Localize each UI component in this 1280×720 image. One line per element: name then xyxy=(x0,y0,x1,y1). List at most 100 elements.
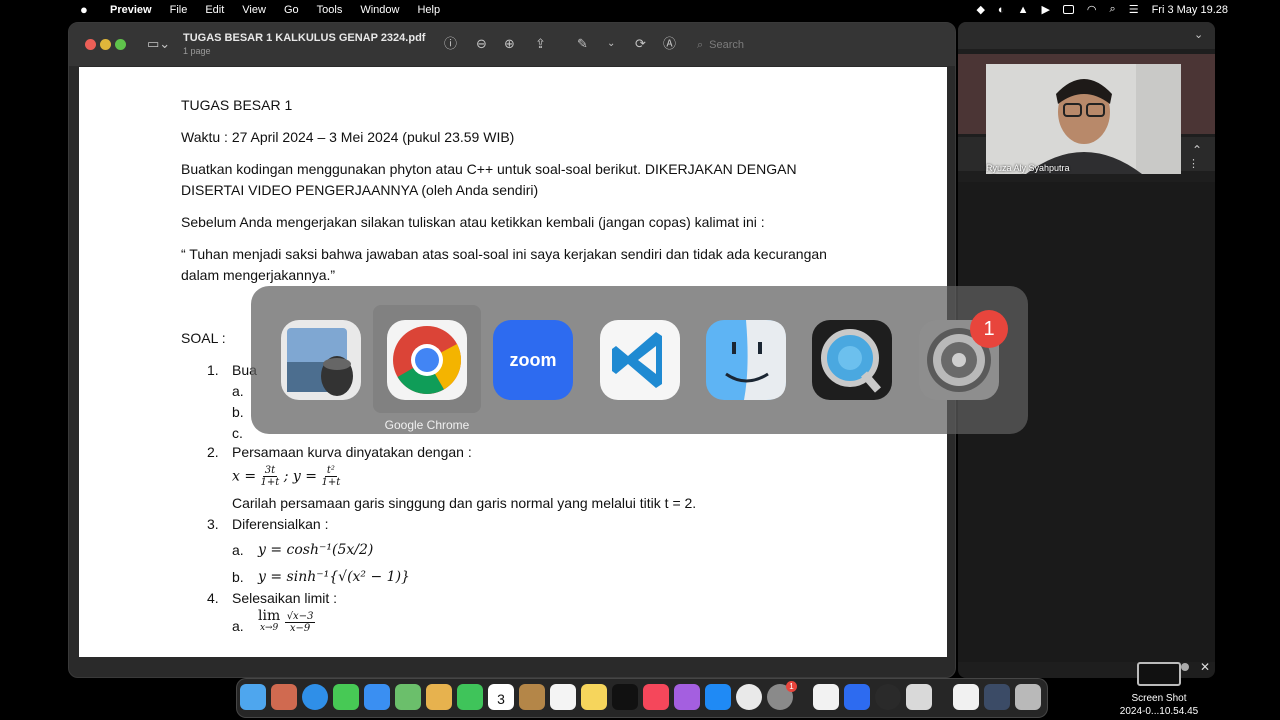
q2-equation: x = 3t 1+t ; y = t² 1+t xyxy=(232,465,340,488)
q1-number: 1. xyxy=(207,362,219,378)
dock-document-icon[interactable] xyxy=(953,684,979,710)
q3-text: Diferensialkan : xyxy=(232,516,329,532)
chrome-app-icon[interactable] xyxy=(385,318,469,402)
battery-icon[interactable] xyxy=(1062,5,1074,14)
close-button[interactable] xyxy=(85,39,96,50)
minimize-button[interactable] xyxy=(100,39,111,50)
dock-podcasts-icon[interactable] xyxy=(674,684,700,710)
q4-num: √x−3 xyxy=(284,610,316,623)
menu-view[interactable]: View xyxy=(233,4,275,16)
dock-music-icon[interactable] xyxy=(643,684,669,710)
close-icon[interactable]: ✕ xyxy=(1200,660,1210,674)
dock-quicktime-icon[interactable] xyxy=(875,684,901,710)
dock-zoom-icon[interactable] xyxy=(844,684,870,710)
dock-trash-icon[interactable] xyxy=(1015,684,1041,710)
dock-maps-icon[interactable] xyxy=(395,684,421,710)
chevron-up-icon[interactable]: ⌃ xyxy=(1192,143,1202,157)
status-icon-c[interactable]: ▲ xyxy=(1018,4,1029,16)
play-icon[interactable]: ▶ xyxy=(1041,3,1049,16)
doc-soal: SOAL : xyxy=(181,330,226,346)
search-field[interactable]: ⌕ Search xyxy=(697,36,897,54)
dock-mail-icon[interactable] xyxy=(364,684,390,710)
document-title: TUGAS BESAR 1 KALKULUS GENAP 2324.pdf xyxy=(183,32,426,44)
info-icon[interactable]: ⓘ xyxy=(444,37,457,51)
share-icon[interactable]: ⇪ xyxy=(535,37,546,51)
participant-video[interactable] xyxy=(986,64,1181,174)
zoom-out-icon[interactable]: ⊖ xyxy=(476,37,487,51)
participant-avatar xyxy=(986,64,1181,174)
dock-safari-icon[interactable] xyxy=(302,684,328,710)
chevron-down-icon[interactable]: ⌄ xyxy=(607,37,615,51)
doc-time: Waktu : 27 April 2024 – 3 Mei 2024 (puku… xyxy=(181,129,515,145)
menu-tools[interactable]: Tools xyxy=(308,4,352,16)
screenshot-file-icon[interactable] xyxy=(1137,662,1181,686)
wifi-icon[interactable]: ◠ xyxy=(1087,3,1097,16)
q2-y-fraction: t² 1+t xyxy=(321,465,340,488)
apple-icon[interactable]: ● xyxy=(80,2,88,17)
control-center-icon[interactable]: ☰ xyxy=(1129,3,1139,16)
q4-den: x−9 xyxy=(289,622,311,634)
rotate-icon[interactable]: ⟳ xyxy=(635,37,646,51)
q2-y-num: t² xyxy=(324,465,337,477)
dock-launchpad-icon[interactable] xyxy=(271,684,297,710)
q1-b: b. xyxy=(232,404,244,420)
dock-photos-icon[interactable] xyxy=(426,684,452,710)
screenshot-label-line1: Screen Shot xyxy=(1131,693,1187,704)
calendar-day: 3 xyxy=(497,691,505,707)
zoom-in-icon[interactable]: ⊕ xyxy=(504,37,515,51)
markup-pen-icon[interactable]: ✎ xyxy=(577,37,588,51)
clock[interactable]: Fri 3 May 19.28 xyxy=(1152,4,1228,16)
q2-y-label: ; y = xyxy=(283,468,318,485)
dock-appstore-icon[interactable] xyxy=(705,684,731,710)
quicktime-app-icon[interactable] xyxy=(810,318,894,402)
preview-app-icon[interactable] xyxy=(279,318,363,402)
dock-finder-icon[interactable] xyxy=(240,684,266,710)
menu-window[interactable]: Window xyxy=(351,4,408,16)
status-icon-b[interactable]: ◐ xyxy=(998,4,1005,16)
menu-file[interactable]: File xyxy=(161,4,197,16)
q3-number: 3. xyxy=(207,516,219,532)
more-icon[interactable]: ⋮ xyxy=(1188,157,1199,170)
menu-app-name[interactable]: Preview xyxy=(92,4,161,16)
screenshot-label-line2: 2024-0...10.54.45 xyxy=(1119,706,1199,717)
dock-messages-icon[interactable] xyxy=(333,684,359,710)
status-icon-a[interactable]: ◆ xyxy=(976,3,984,16)
doc-quote-2: dalam mengerjakannya.” xyxy=(181,267,336,283)
q2-number: 2. xyxy=(207,444,219,460)
screenshot-file-label[interactable]: Screen Shot 2024-0...10.54.45 xyxy=(1106,692,1212,718)
dock-chrome-icon[interactable] xyxy=(736,684,762,710)
menu-edit[interactable]: Edit xyxy=(196,4,233,16)
participant-name: Ryuza Aly Syahputra xyxy=(986,163,1070,173)
doc-heading: TUGAS BESAR 1 xyxy=(181,97,293,113)
q3-b-expression: y = sinh⁻¹{√(x² − 1)} xyxy=(258,569,410,585)
vscode-app-icon[interactable] xyxy=(598,318,682,402)
q1-c: c. xyxy=(232,425,243,441)
dock-reminders-icon[interactable] xyxy=(550,684,576,710)
spotlight-icon[interactable]: ⌕ xyxy=(1110,3,1116,16)
dock-downloads-icon[interactable] xyxy=(984,684,1010,710)
dock-preview-icon[interactable] xyxy=(906,684,932,710)
menu-go[interactable]: Go xyxy=(275,4,308,16)
q3-b: b. xyxy=(232,569,244,585)
chevron-down-icon[interactable]: ⌄ xyxy=(1194,28,1203,41)
finder-app-icon[interactable] xyxy=(704,318,788,402)
q2-task: Carilah persamaan garis singgung dan gar… xyxy=(232,495,697,511)
dock-facetime-icon[interactable] xyxy=(457,684,483,710)
sidebar-toggle-icon[interactable]: ▭⌄ xyxy=(147,37,170,51)
fullscreen-button[interactable] xyxy=(115,39,126,50)
annotate-icon[interactable]: Ⓐ xyxy=(663,37,676,51)
q4-text: Selesaikan limit : xyxy=(232,590,338,606)
doc-instruction-2: DISERTAI VIDEO PENGERJAANNYA (oleh Anda … xyxy=(181,182,539,198)
search-icon: ⌕ xyxy=(697,38,704,51)
q4-a: a. xyxy=(232,618,244,634)
q4-lim-word: lim xyxy=(258,608,281,624)
dock-calendar-icon[interactable]: 3 xyxy=(488,684,514,710)
svg-text:zoom: zoom xyxy=(510,350,557,370)
zoom-app-icon[interactable]: zoom xyxy=(491,318,575,402)
dock-vscode-icon[interactable] xyxy=(813,684,839,710)
dock-tv-icon[interactable] xyxy=(612,684,638,710)
dock-contacts-icon[interactable] xyxy=(519,684,545,710)
app-switcher-label: Google Chrome xyxy=(384,418,470,432)
dock-notes-icon[interactable] xyxy=(581,684,607,710)
menu-help[interactable]: Help xyxy=(408,4,449,16)
